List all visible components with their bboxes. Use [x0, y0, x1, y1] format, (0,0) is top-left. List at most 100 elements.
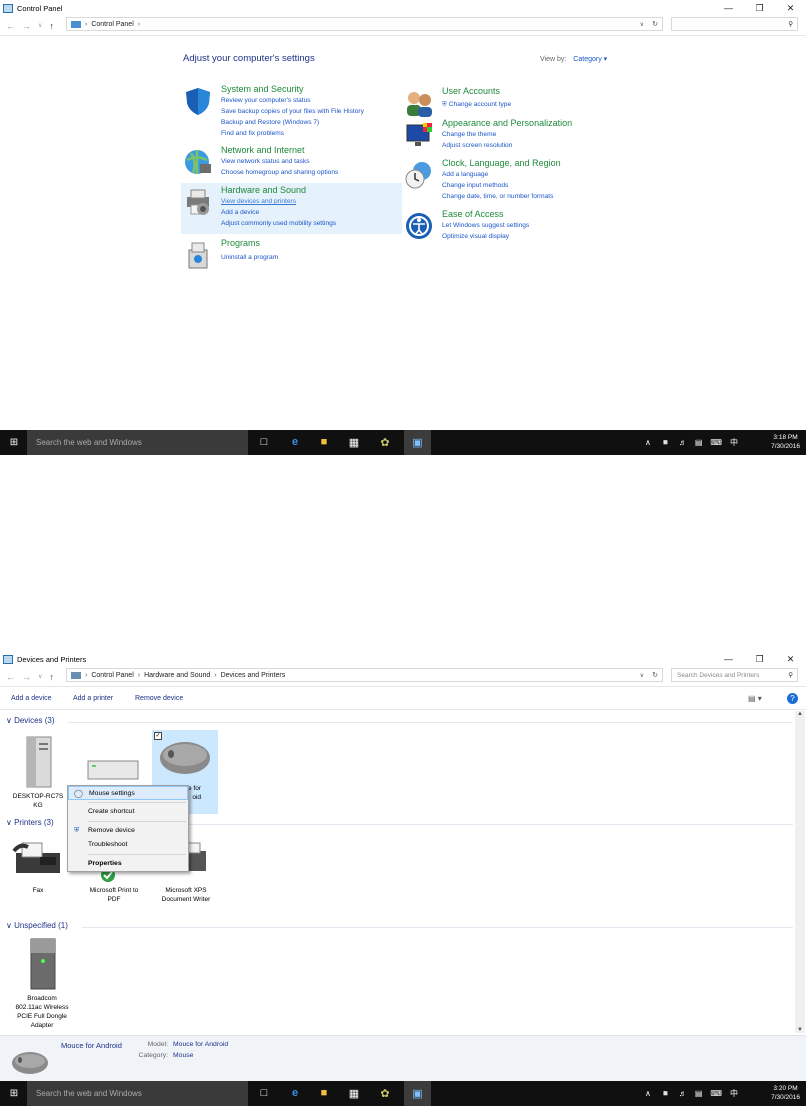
menu-remove-device[interactable]: ⛨ Remove device [68, 824, 188, 838]
up-arrow-icon[interactable]: ↑ [49, 21, 54, 31]
link[interactable]: Add a device [221, 209, 259, 216]
search-box[interactable]: ⚲ [671, 17, 798, 31]
edge-icon[interactable]: e [287, 434, 303, 450]
minimize-button[interactable]: — [713, 651, 744, 667]
task-view-icon[interactable]: □ [256, 1085, 272, 1101]
group-devices[interactable]: ∨ Devices (3) [6, 716, 55, 725]
link[interactable]: Review your computer's status [221, 97, 311, 104]
link[interactable]: Change date, time, or number formats [442, 193, 553, 200]
file-explorer-icon[interactable]: ■ [316, 434, 332, 450]
network-icon[interactable]: ◽ [661, 1089, 671, 1098]
keyboard-icon[interactable]: ⌨ [710, 1089, 722, 1098]
recent-chevron-icon[interactable]: ∨ [38, 22, 42, 29]
breadcrumb-control-panel[interactable]: Control Panel [91, 21, 133, 28]
minimize-button[interactable]: — [713, 0, 744, 16]
address-dropdown-icon[interactable]: ∨ [640, 21, 644, 28]
search-box[interactable]: Search Devices and Printers ⚲ [671, 668, 798, 682]
link[interactable]: Change input methods [442, 182, 508, 189]
back-arrow-icon[interactable]: ← [6, 21, 15, 31]
view-options-icon[interactable]: ▤ ▾ [748, 694, 762, 703]
link[interactable]: Uninstall a program [221, 254, 278, 261]
file-explorer-icon[interactable]: ■ [316, 1085, 332, 1101]
category-title[interactable]: User Accounts [442, 86, 500, 96]
windows-start-icon[interactable]: ⊞ [6, 434, 22, 450]
link[interactable]: Save backup copies of your files with Fi… [221, 108, 364, 115]
link[interactable]: Adjust commonly used mobility settings [221, 220, 336, 227]
restore-button[interactable]: ❐ [744, 0, 775, 16]
add-device-button[interactable]: Add a device [11, 695, 51, 702]
unspecified-item[interactable]: Broadcom 802.11ac Wireless PCIE Full Don… [4, 937, 80, 1030]
back-arrow-icon[interactable]: ← [6, 672, 15, 682]
control-panel-taskbar-icon[interactable]: ▣ [404, 430, 431, 455]
task-view-icon[interactable]: □ [256, 434, 272, 450]
group-printers[interactable]: ∨ Printers (3) [6, 818, 54, 827]
device-item[interactable] [82, 757, 142, 784]
network-icon[interactable]: ◽ [661, 438, 671, 447]
action-center-icon[interactable]: ▤ [695, 438, 703, 447]
menu-create-shortcut[interactable]: Create shortcut [68, 805, 188, 819]
breadcrumb-hardware-sound[interactable]: Hardware and Sound [144, 672, 210, 679]
store-icon[interactable]: ▦ [346, 434, 362, 450]
menu-troubleshoot[interactable]: Troubleshoot [68, 838, 188, 852]
close-button[interactable]: ✕ [775, 651, 806, 667]
link[interactable]: Choose homegroup and sharing options [221, 169, 338, 176]
address-dropdown-icon[interactable]: ∨ [640, 672, 644, 679]
category-title[interactable]: System and Security [221, 84, 304, 94]
category-title[interactable]: Ease of Access [442, 209, 504, 219]
tray-chevron-icon[interactable]: ∧ [645, 438, 651, 447]
taskbar-search[interactable]: Search the web and Windows [27, 1081, 248, 1106]
volume-icon[interactable]: ♬ [679, 1089, 687, 1098]
link[interactable]: View devices and printers [221, 198, 296, 205]
category-title[interactable]: Clock, Language, and Region [442, 158, 561, 168]
address-bar[interactable]: › Control Panel › ∨ ↻ [66, 17, 663, 31]
ime-indicator[interactable]: 中 [730, 437, 738, 448]
app-icon[interactable]: ✿ [377, 1085, 393, 1101]
link[interactable]: View network status and tasks [221, 158, 310, 165]
control-panel-taskbar-icon[interactable]: ▣ [404, 1081, 431, 1106]
close-button[interactable]: ✕ [775, 0, 806, 16]
category-title[interactable]: Appearance and Personalization [442, 118, 572, 128]
category-title[interactable]: Network and Internet [221, 145, 305, 155]
edge-icon[interactable]: e [287, 1085, 303, 1101]
windows-start-icon[interactable]: ⊞ [6, 1085, 22, 1101]
volume-icon[interactable]: ♬ [679, 438, 687, 447]
link[interactable]: Add a language [442, 171, 488, 178]
ime-indicator[interactable]: 中 [730, 1088, 738, 1099]
link[interactable]: Optimize visual display [442, 233, 509, 240]
action-center-icon[interactable]: ▤ [695, 1089, 703, 1098]
category-title[interactable]: Hardware and Sound [221, 185, 306, 195]
link[interactable]: Adjust screen resolution [442, 142, 512, 149]
clock[interactable]: 3:18 PM 7/30/2016 [771, 433, 800, 451]
clock[interactable]: 3:20 PM 7/30/2016 [771, 1084, 800, 1102]
group-unspecified[interactable]: ∨ Unspecified (1) [6, 921, 68, 930]
printer-item[interactable]: Fax [8, 837, 68, 895]
address-bar[interactable]: › Control Panel › Hardware and Sound › D… [66, 668, 663, 682]
refresh-icon[interactable]: ↻ [652, 20, 658, 28]
link[interactable]: Backup and Restore (Windows 7) [221, 119, 319, 126]
refresh-icon[interactable]: ↻ [652, 671, 658, 679]
link[interactable]: Let Windows suggest settings [442, 222, 529, 229]
recent-chevron-icon[interactable]: ∨ [38, 673, 42, 680]
link-with-shield[interactable]: ⛨ Change account type [442, 101, 511, 109]
menu-properties[interactable]: Properties [68, 857, 188, 871]
keyboard-icon[interactable]: ⌨ [710, 438, 722, 447]
scrollbar[interactable]: ▲ ▼ [795, 711, 805, 1033]
device-item[interactable]: DESKTOP-RC7S KG [8, 735, 68, 810]
add-printer-button[interactable]: Add a printer [73, 695, 113, 702]
remove-device-button[interactable]: Remove device [135, 695, 183, 702]
tray-chevron-icon[interactable]: ∧ [645, 1089, 651, 1098]
forward-arrow-icon[interactable]: → [22, 672, 31, 682]
restore-button[interactable]: ❐ [744, 651, 775, 667]
up-arrow-icon[interactable]: ↑ [49, 672, 54, 682]
link[interactable]: Find and fix problems [221, 130, 284, 137]
breadcrumb-control-panel[interactable]: Control Panel [91, 672, 133, 679]
store-icon[interactable]: ▦ [346, 1085, 362, 1101]
app-icon[interactable]: ✿ [377, 434, 393, 450]
view-by-dropdown[interactable]: Category ▾ [573, 56, 607, 63]
link[interactable]: Change the theme [442, 131, 496, 138]
forward-arrow-icon[interactable]: → [22, 21, 31, 31]
category-title[interactable]: Programs [221, 238, 260, 248]
scroll-down-icon[interactable]: ▼ [795, 1027, 805, 1033]
help-icon[interactable]: ? [787, 693, 798, 704]
menu-mouse-settings[interactable]: ◯ Mouse settings [68, 786, 188, 800]
